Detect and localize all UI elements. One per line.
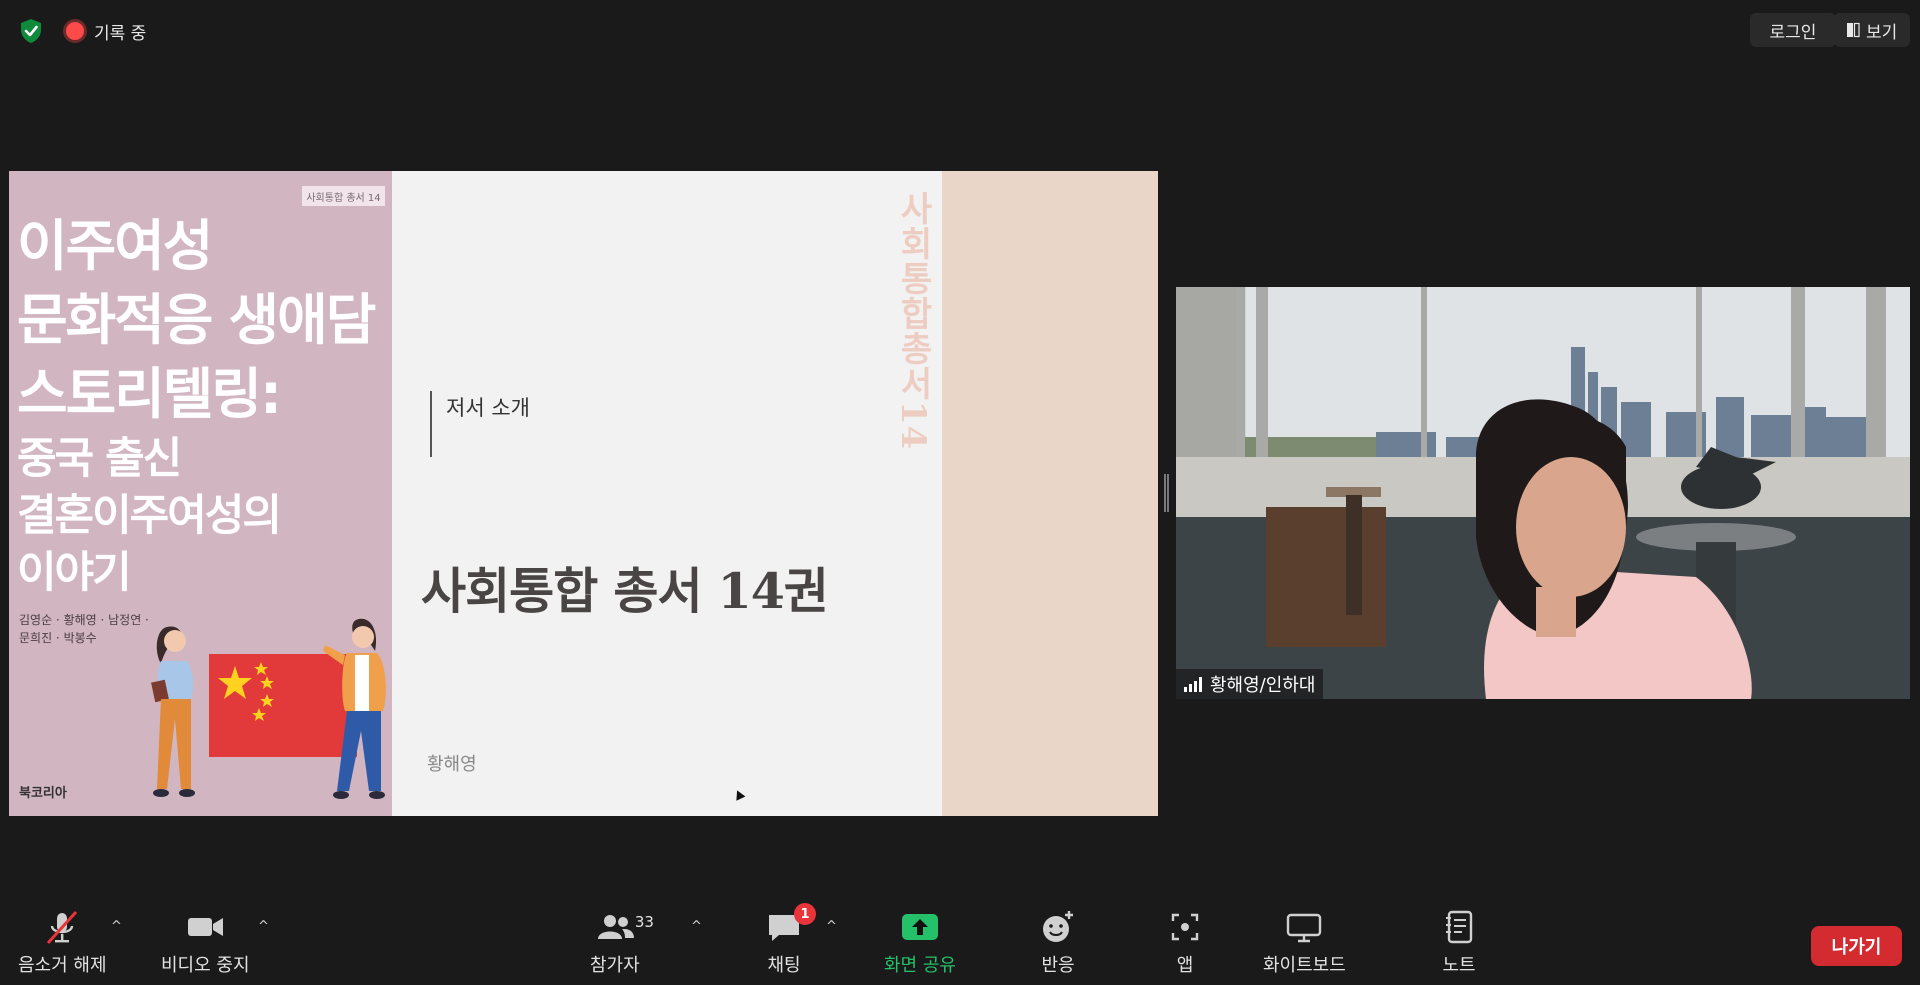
microphone-muted-icon bbox=[47, 910, 78, 945]
chat-unread-badge: 1 bbox=[794, 903, 816, 925]
book-authors: 김영순 · 황해영 · 남정연 · 문희진 · 박봉수 bbox=[19, 611, 149, 647]
participants-icon-wrap: 33 bbox=[595, 907, 654, 947]
vertical-series-title: 사회통합총서14 bbox=[893, 191, 933, 451]
book-title-line: 이주여성 bbox=[17, 214, 213, 278]
whiteboard-icon bbox=[1287, 913, 1322, 943]
unmute-label: 음소거 해제 bbox=[18, 955, 107, 976]
recording-indicator[interactable]: 기록 중 bbox=[66, 18, 146, 44]
participants-label: 참가자 bbox=[590, 955, 640, 976]
book-title: 이주여성 문화적응 생애담 스토리텔링: 중국 출신 결혼이주여성의 이야기 bbox=[17, 209, 376, 602]
participants-count: 33 bbox=[634, 913, 654, 931]
chat-icon-wrap: 1 bbox=[764, 903, 816, 947]
slide-title: 사회통합 총서 14권 bbox=[421, 562, 829, 620]
video-icon-wrap bbox=[185, 907, 225, 947]
view-button[interactable]: 보기 bbox=[1834, 13, 1910, 47]
participant-name-tag: 황해영/인하대 bbox=[1176, 669, 1324, 699]
woman-illustration-left bbox=[151, 626, 195, 797]
login-button[interactable]: 로그인 bbox=[1750, 13, 1836, 47]
emoji-reaction-icon bbox=[1043, 911, 1073, 942]
participant-video[interactable]: 황해영/인하대 bbox=[1176, 287, 1910, 699]
audio-options-caret-icon[interactable]: ^ bbox=[111, 919, 122, 934]
book-subtitle-line: 결혼이주여성의 bbox=[17, 491, 282, 541]
share-screen-label: 화면 공유 bbox=[884, 955, 956, 976]
reactions-label: 반응 bbox=[1041, 955, 1075, 976]
woman-illustration-right bbox=[323, 618, 386, 799]
notes-button[interactable]: 노트 bbox=[1439, 907, 1479, 977]
video-options-caret-icon[interactable]: ^ bbox=[258, 919, 269, 934]
whiteboard-icon-wrap bbox=[1284, 907, 1324, 947]
apps-label: 앱 bbox=[1176, 955, 1194, 976]
section-divider bbox=[430, 391, 432, 457]
video-camera-icon bbox=[188, 918, 224, 936]
participants-button[interactable]: 33 참가자 bbox=[590, 907, 654, 977]
apps-icon bbox=[1171, 913, 1199, 941]
series-tag: 사회통합 총서 14 bbox=[302, 186, 385, 206]
unmute-button[interactable]: 음소거 해제 bbox=[18, 907, 107, 977]
notes-icon-wrap bbox=[1439, 907, 1479, 947]
share-screen-icon bbox=[901, 914, 938, 940]
whiteboard-label: 화이트보드 bbox=[1263, 955, 1346, 976]
login-label: 로그인 bbox=[1769, 22, 1817, 43]
participants-icon bbox=[597, 915, 634, 939]
share-icon-wrap bbox=[900, 907, 940, 947]
view-layout-icon bbox=[1847, 22, 1860, 38]
splitter-handle[interactable] bbox=[1164, 474, 1169, 512]
stop-video-label: 비디오 중지 bbox=[161, 955, 250, 976]
book-cover: 사회통합 총서 14 이주여성 문화적응 생애담 스토리텔링: 중국 출신 결혼… bbox=[9, 171, 392, 816]
leave-meeting-button[interactable]: 나가기 bbox=[1811, 926, 1902, 966]
slide-presenter-name: 황해영 bbox=[427, 754, 477, 775]
signal-strength-icon bbox=[1184, 676, 1202, 692]
slide-accent-strip bbox=[942, 171, 1158, 816]
chat-options-caret-icon[interactable]: ^ bbox=[826, 919, 837, 934]
video-scene bbox=[1176, 287, 1910, 699]
stop-video-button[interactable]: 비디오 중지 bbox=[161, 907, 250, 977]
reactions-icon-wrap bbox=[1038, 907, 1078, 947]
participants-options-caret-icon[interactable]: ^ bbox=[691, 919, 702, 934]
shield-icon[interactable] bbox=[18, 18, 44, 44]
authors-line: 문희진 · 박봉수 bbox=[19, 631, 97, 645]
book-subtitle-line: 이야기 bbox=[17, 548, 132, 598]
section-label: 저서 소개 bbox=[446, 396, 530, 420]
recording-label: 기록 중 bbox=[94, 23, 147, 44]
apps-icon-wrap bbox=[1165, 907, 1205, 947]
reactions-button[interactable]: 반응 bbox=[1038, 907, 1078, 977]
whiteboard-button[interactable]: 화이트보드 bbox=[1263, 907, 1346, 977]
participant-name: 황해영/인하대 bbox=[1210, 675, 1316, 696]
publisher-name: 북코리아 bbox=[19, 786, 67, 801]
meeting-toolbar: 음소거 해제 ^ 비디오 중지 ^ 33 참가자 ^ 1 채팅 ^ 화면 공유 … bbox=[0, 893, 1920, 985]
book-subtitle-line: 중국 출신 bbox=[17, 434, 182, 484]
chat-button[interactable]: 1 채팅 bbox=[764, 903, 816, 977]
shared-screen[interactable]: 사회통합 총서 14 이주여성 문화적응 생애담 스토리텔링: 중국 출신 결혼… bbox=[9, 171, 1158, 816]
apps-button[interactable]: 앱 bbox=[1165, 907, 1205, 977]
view-label: 보기 bbox=[1866, 22, 1898, 43]
top-bar: 기록 중 로그인 보기 bbox=[0, 0, 1920, 60]
book-title-line: 스토리텔링: bbox=[17, 362, 282, 426]
record-dot-icon bbox=[66, 22, 84, 40]
notes-icon bbox=[1446, 910, 1473, 944]
mute-icon-wrap bbox=[42, 907, 82, 947]
share-screen-button[interactable]: 화면 공유 bbox=[884, 907, 956, 977]
notes-label: 노트 bbox=[1442, 955, 1476, 976]
authors-line: 김영순 · 황해영 · 남정연 · bbox=[19, 613, 149, 627]
chat-label: 채팅 bbox=[767, 955, 801, 976]
mouse-cursor-icon bbox=[732, 788, 746, 801]
book-title-line: 문화적응 생애담 bbox=[17, 288, 376, 352]
